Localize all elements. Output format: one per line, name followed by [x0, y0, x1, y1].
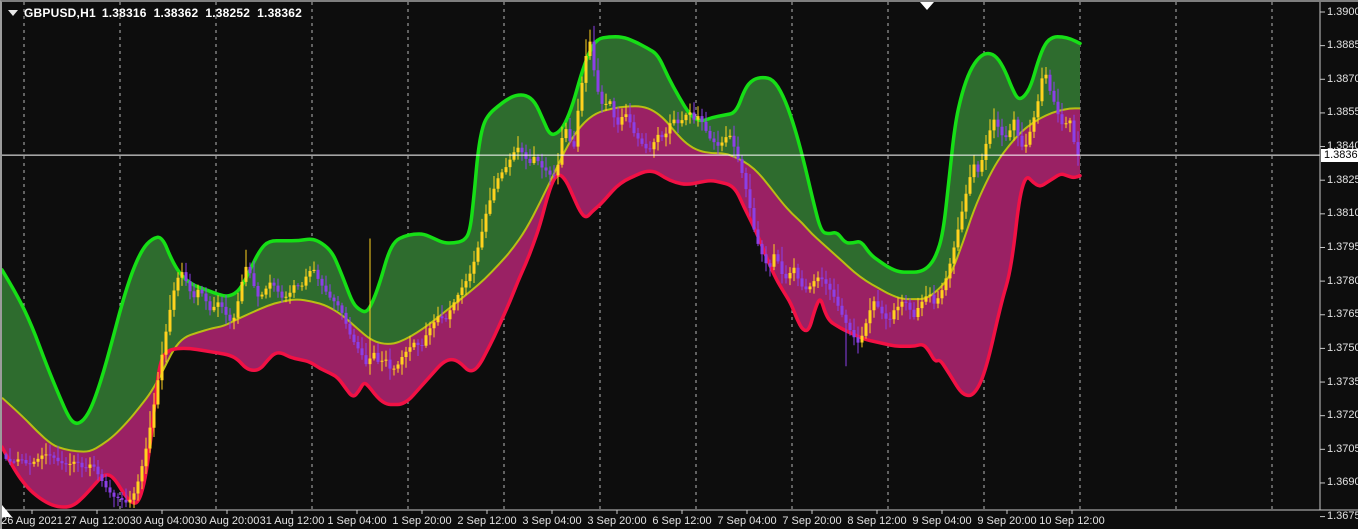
- ohlc-low: 1.38252: [205, 6, 251, 20]
- time-axis-label: 7 Sep 20:00: [782, 515, 842, 527]
- price-axis-label: 1.38700: [1327, 72, 1358, 85]
- chart-canvas[interactable]: [2, 2, 1358, 529]
- price-axis-label: 1.38100: [1327, 207, 1358, 220]
- time-axis-label: 30 Aug 20:00: [194, 515, 260, 527]
- time-axis-label: 26 Aug 2021: [1, 515, 63, 527]
- time-axis-label: 7 Sep 04:00: [717, 515, 777, 527]
- time-axis-label: 27 Aug 12:00: [64, 515, 130, 527]
- time-axis-label: 1 Sep 20:00: [392, 515, 452, 527]
- chart-shift-marker-icon[interactable]: [920, 2, 934, 10]
- time-axis-label: 9 Sep 20:00: [977, 515, 1037, 527]
- ohlc-open: 1.38316: [101, 6, 147, 20]
- price-axis-label: 1.37650: [1327, 308, 1358, 321]
- ohlc-high: 1.38362: [153, 6, 199, 20]
- time-axis-label: 3 Sep 20:00: [587, 515, 647, 527]
- time-axis-label: 6 Sep 12:00: [652, 515, 712, 527]
- time-axis-label: 1 Sep 04:00: [327, 515, 387, 527]
- symbol-collapse-icon[interactable]: [8, 10, 18, 16]
- ohlc-close: 1.38362: [257, 6, 302, 20]
- time-axis-label: 2 Sep 12:00: [457, 515, 517, 527]
- symbol-label: GBPUSD,H1: [24, 6, 96, 20]
- time-axis-label: 8 Sep 12:00: [847, 515, 907, 527]
- time-axis-label: 30 Aug 04:00: [129, 515, 195, 527]
- price-axis-label: 1.38550: [1327, 106, 1358, 119]
- ohlc-header: GBPUSD,H1 1.38316 1.38362 1.38252 1.3836…: [8, 6, 302, 20]
- price-axis-label: 1.37200: [1327, 409, 1358, 422]
- chart-window: GBPUSD,H1 1.38316 1.38362 1.38252 1.3836…: [0, 0, 1358, 529]
- time-axis-label: 9 Sep 04:00: [912, 515, 972, 527]
- price-axis-label: 1.37350: [1327, 375, 1358, 388]
- bid-price-tag: 1.38362: [1321, 148, 1358, 162]
- time-axis-label: 31 Aug 12:00: [259, 515, 325, 527]
- time-axis-label: 3 Sep 04:00: [522, 515, 582, 527]
- price-axis-label: 1.39000: [1327, 5, 1358, 18]
- time-axis-label: 10 Sep 12:00: [1039, 515, 1105, 527]
- price-axis-label: 1.38850: [1327, 39, 1358, 52]
- price-axis-label: 1.37800: [1327, 274, 1358, 287]
- price-axis-label: 1.36750: [1327, 510, 1358, 523]
- price-axis-label: 1.37050: [1327, 442, 1358, 455]
- price-axis-label: 1.37500: [1327, 341, 1358, 354]
- price-axis-label: 1.37950: [1327, 240, 1358, 253]
- price-axis-label: 1.36900: [1327, 476, 1358, 489]
- price-axis-label: 1.38250: [1327, 173, 1358, 186]
